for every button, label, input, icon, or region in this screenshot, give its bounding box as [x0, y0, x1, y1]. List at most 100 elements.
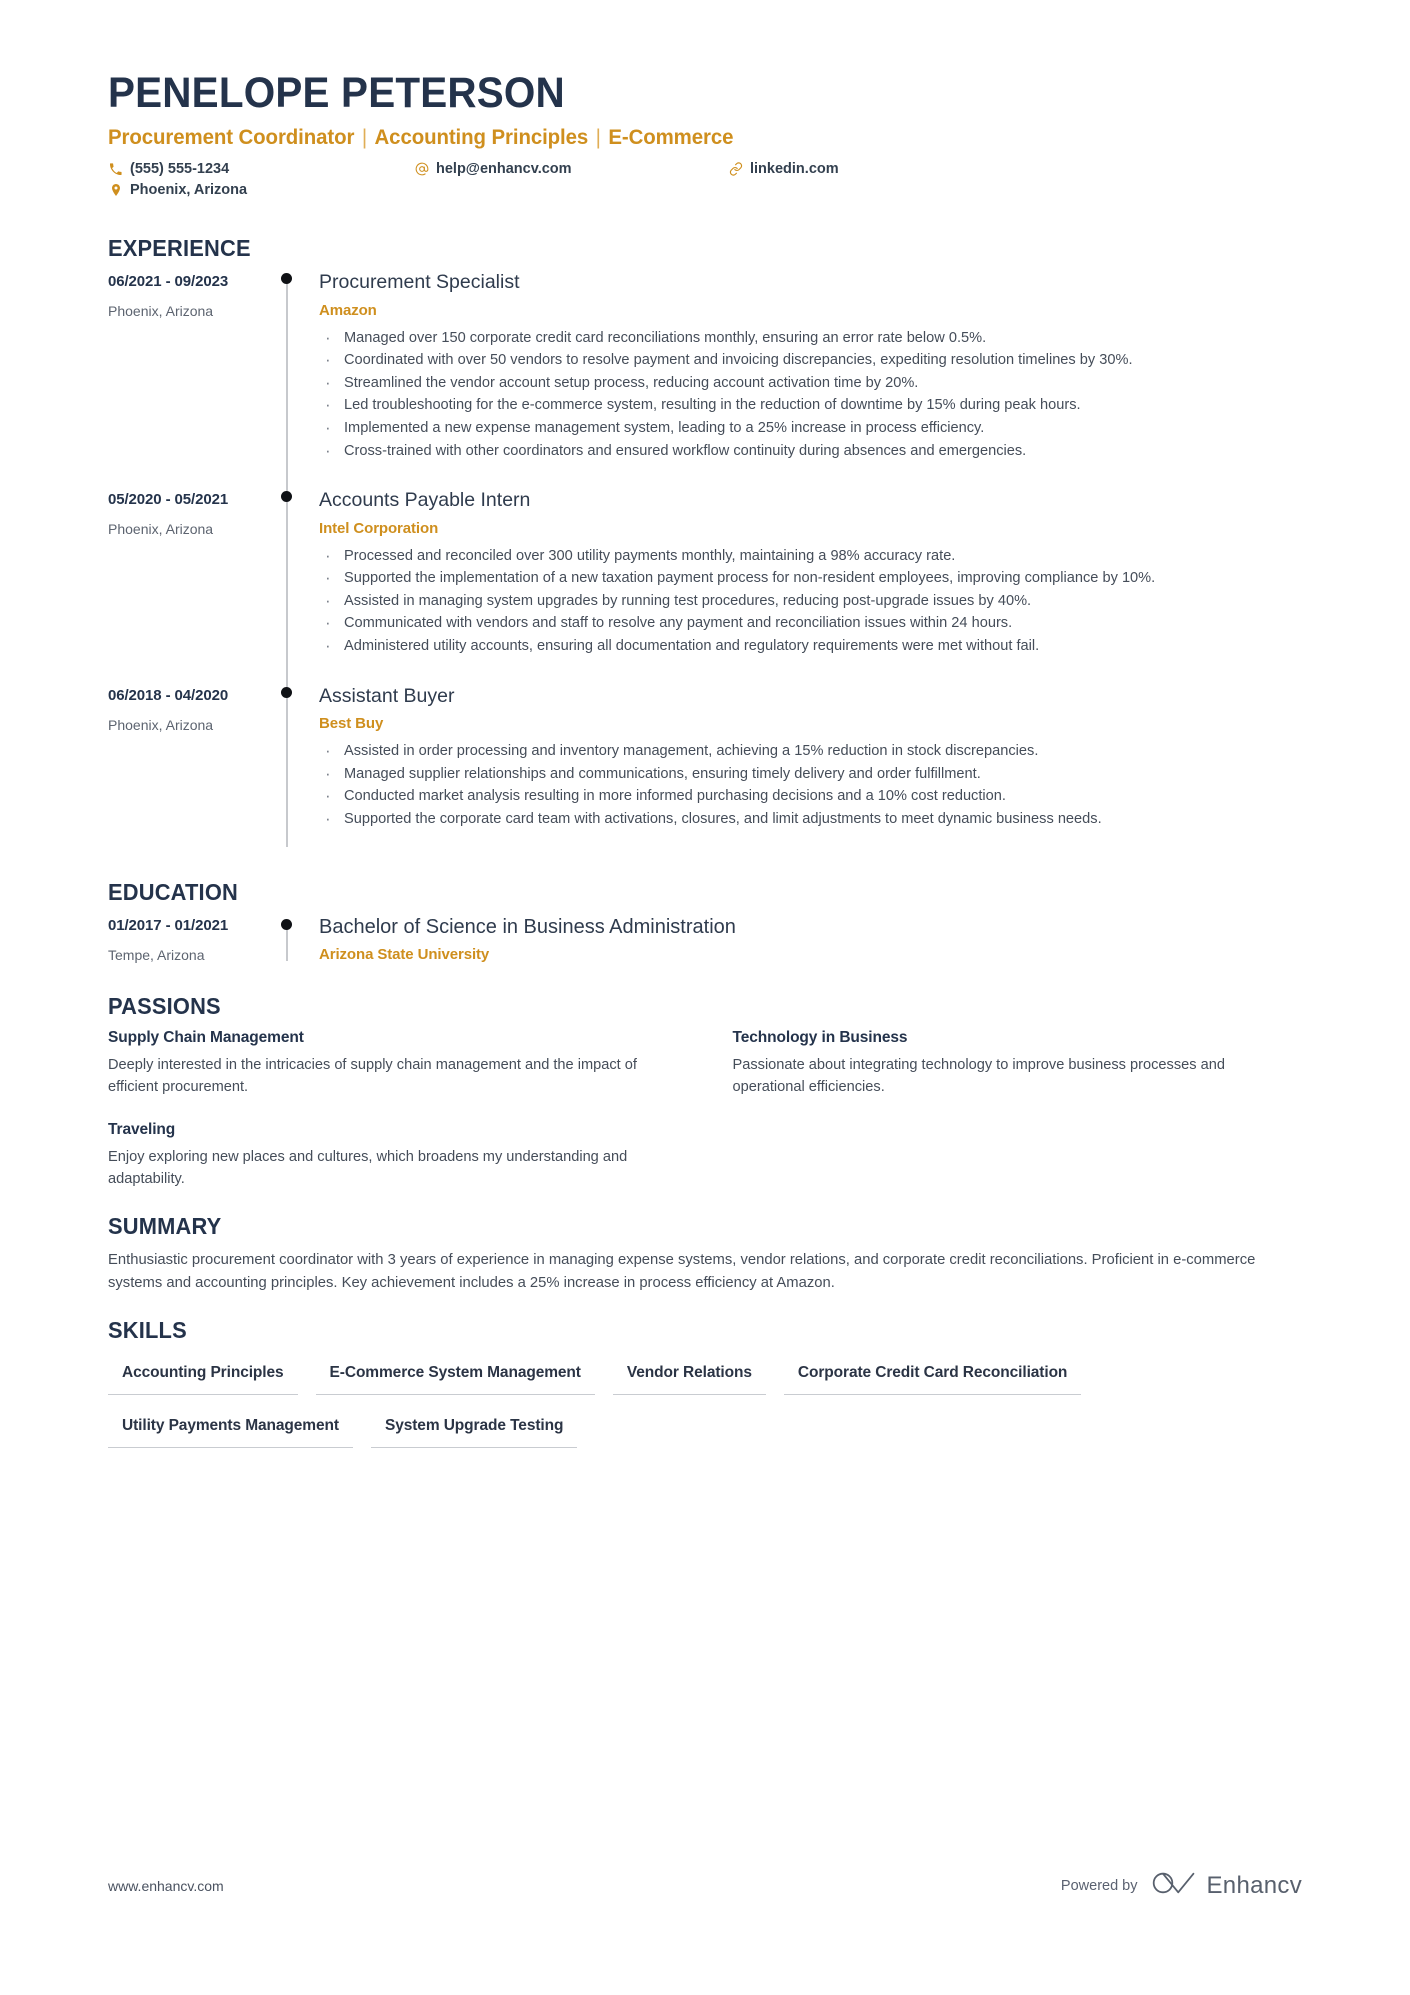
page-title: PENELOPE PETERSON [108, 69, 565, 117]
timeline-rail [273, 489, 319, 699]
achievement-list: Assisted in order processing and invento… [319, 738, 1302, 831]
link-chain-icon [728, 162, 743, 176]
entry-meta: 01/2017 - 01/2021 Tempe, Arizona [108, 915, 273, 971]
contact-location-value: Phoenix, Arizona [130, 182, 248, 199]
timeline-dot-icon [281, 273, 292, 285]
skill-tag[interactable]: E-Commerce System Management [315, 1358, 595, 1395]
list-item: Implemented a new expense management sys… [319, 415, 1302, 440]
enhancv-brand[interactable]: Enhancv [1152, 1870, 1303, 1901]
headline-part-3: E-Commerce [608, 125, 734, 150]
section-experience: EXPERIENCE 06/2021 - 09/2023 Phoenix, Ari… [108, 235, 1302, 857]
list-item: Supported the corporate card team with a… [319, 806, 1302, 831]
entry-body: Procurement Specialist Amazon Managed over… [319, 271, 1302, 489]
company-name[interactable]: Intel Corporation [319, 520, 1302, 537]
timeline-dot-icon [281, 686, 292, 698]
section-title-summary: SUMMARY [108, 1212, 222, 1239]
list-item: Cross-trained with other coordinators an… [319, 438, 1302, 463]
experience-entry-list: 06/2021 - 09/2023 Phoenix, Arizona Procure… [108, 271, 1302, 857]
entry-location: Phoenix, Arizona [108, 521, 214, 538]
section-passions: PASSIONS Supply Chain Management Deeply i… [108, 993, 1302, 1191]
passion-item: Traveling Enjoy exploring new places and … [108, 1121, 678, 1191]
list-item: Communicated with vendors and staff to r… [319, 610, 1302, 635]
timeline-dot-icon [281, 491, 292, 503]
contact-location: Phoenix, Arizona [108, 182, 247, 198]
achievement-list: Processed and reconciled over 300 utilit… [319, 543, 1302, 658]
list-item: Assisted in managing system upgrades by … [319, 588, 1302, 613]
phone-icon [108, 163, 123, 176]
contact-details: (555) 555-1234 help@enhancv.com linkedin… [108, 161, 1302, 209]
entry-location: Phoenix, Arizona [108, 303, 214, 320]
timeline-line [286, 690, 288, 848]
entry-meta: 06/2018 - 04/2020 Phoenix, Arizona [108, 685, 273, 858]
job-title: Procurement Specialist [319, 271, 520, 294]
contact-email[interactable]: help@enhancv.com [414, 161, 572, 177]
footer-website-url[interactable]: www.enhancv.com [108, 1878, 224, 1894]
entry-meta: 06/2021 - 09/2023 Phoenix, Arizona [108, 271, 273, 489]
entry-date-range: 05/2020 - 05/2021 [108, 491, 229, 509]
company-name[interactable]: Amazon [319, 302, 1302, 319]
timeline-line [286, 277, 288, 504]
education-entry-list: 01/2017 - 01/2021 Tempe, Arizona Bachelor … [108, 915, 1302, 971]
achievement-list: Managed over 150 corporate credit card r… [319, 325, 1302, 463]
skill-tag[interactable]: Corporate Credit Card Reconciliation [783, 1358, 1082, 1395]
at-sign-icon [414, 162, 429, 176]
contact-email-value: help@enhancv.com [436, 161, 572, 178]
entry-body: Accounts Payable Intern Intel Corporation… [319, 489, 1302, 684]
powered-by-label: Powered by [1060, 1877, 1138, 1894]
entry-date-range: 06/2018 - 04/2020 [108, 686, 229, 704]
list-item: Processed and reconciled over 300 utilit… [319, 543, 1302, 568]
passion-title: Technology in Business [732, 1029, 908, 1047]
list-item: Assisted in order processing and invento… [319, 738, 1302, 763]
map-pin-icon [108, 183, 123, 197]
skill-tag[interactable]: Utility Payments Management [108, 1411, 353, 1448]
resume-header: PENELOPE PETERSON Procurement Coordinato… [108, 69, 1302, 209]
skill-tag[interactable]: Accounting Principles [108, 1358, 298, 1395]
timeline-rail [273, 271, 319, 504]
experience-entry: 06/2021 - 09/2023 Phoenix, Arizona Procure… [108, 271, 1302, 504]
headline-part-1: Procurement Coordinator [108, 125, 355, 150]
headline-separator: | [590, 125, 607, 150]
skill-tag[interactable]: System Upgrade Testing [370, 1411, 578, 1448]
job-title: Accounts Payable Intern [319, 489, 531, 512]
headline-part-2: Accounting Principles [374, 125, 589, 150]
entry-date-range: 01/2017 - 01/2021 [108, 917, 229, 935]
list-item: Coordinated with over 50 vendors to reso… [319, 347, 1302, 372]
timeline-dot-icon [281, 919, 292, 931]
timeline-rail [273, 685, 319, 858]
contact-phone-value: (555) 555-1234 [130, 161, 230, 178]
list-item: Supported the implementation of a new ta… [319, 565, 1302, 590]
contact-linkedin-value: linkedin.com [750, 161, 839, 178]
entry-location: Phoenix, Arizona [108, 716, 214, 733]
section-education: EDUCATION 01/2017 - 01/2021 Tempe, Arizon… [108, 879, 1302, 971]
summary-text: Enthusiastic procurement coordinator wit… [108, 1251, 1256, 1291]
contact-phone[interactable]: (555) 555-1234 [108, 161, 229, 177]
list-item: Streamlined the vendor account setup pro… [319, 370, 1302, 395]
page-footer: www.enhancv.com Powered by Enhancv [108, 1870, 1302, 1901]
passion-description: Enjoy exploring new places and cultures,… [108, 1149, 628, 1188]
passion-title: Traveling [108, 1121, 176, 1139]
entry-location: Tempe, Arizona [108, 947, 205, 964]
section-title-skills: SKILLS [108, 1316, 187, 1343]
list-item: Managed over 150 corporate credit card r… [319, 325, 1302, 350]
section-title-experience: EXPERIENCE [108, 235, 251, 262]
section-title-education: EDUCATION [108, 879, 238, 906]
professional-headline: Procurement Coordinator | Accounting Pri… [108, 125, 1242, 150]
enhancv-infinity-logo [1152, 1870, 1196, 1901]
degree-title: Bachelor of Science in Business Administ… [319, 916, 736, 939]
section-title-passions: PASSIONS [108, 993, 221, 1020]
list-item: Administered utility accounts, ensuring … [319, 633, 1302, 658]
passion-description: Deeply interested in the intricacies of … [108, 1057, 637, 1096]
entry-meta: 05/2020 - 05/2021 Phoenix, Arizona [108, 489, 273, 684]
institution-name[interactable]: Arizona State University [319, 946, 1302, 963]
passions-grid: Supply Chain Management Deeply interested… [108, 1029, 1302, 1191]
experience-entry: 06/2018 - 04/2020 Phoenix, Arizona Assista… [108, 685, 1302, 858]
experience-entry: 05/2020 - 05/2021 Phoenix, Arizona Account… [108, 489, 1302, 699]
skill-tag[interactable]: Vendor Relations [612, 1358, 766, 1395]
entry-body: Assistant Buyer Best Buy Assisted in order… [319, 685, 1302, 858]
passion-item: Supply Chain Management Deeply interested… [108, 1029, 678, 1099]
contact-linkedin[interactable]: linkedin.com [728, 161, 839, 177]
entry-body: Bachelor of Science in Business Administ… [319, 915, 1302, 971]
company-name[interactable]: Best Buy [319, 715, 1302, 732]
section-summary: SUMMARY Enthusiastic procurement coordin… [108, 1213, 1302, 1295]
list-item: Managed supplier relationships and commu… [319, 761, 1302, 786]
